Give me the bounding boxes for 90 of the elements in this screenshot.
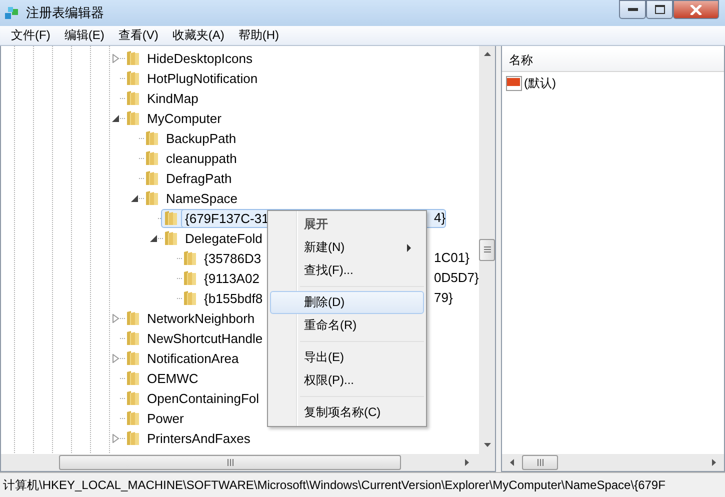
close-icon xyxy=(690,4,702,14)
grip-icon xyxy=(536,459,544,466)
folder-icon xyxy=(145,130,159,146)
folder-icon xyxy=(126,410,140,426)
status-bar: 计算机\HKEY_LOCAL_MACHINE\SOFTWARE\Microsoft\Windows\CurrentVersion\Explorer\MyComputer\NameSpace\{679F xyxy=(0,472,725,497)
tree-item-text: 0D5D7} xyxy=(434,270,479,285)
tree-item[interactable]: HotPlugNotification xyxy=(143,68,262,88)
window-title: 注册表编辑器 xyxy=(26,4,105,22)
tree-item[interactable]: NotificationArea xyxy=(143,348,243,368)
menu-item[interactable]: 文件(F) xyxy=(4,27,58,44)
folder-icon xyxy=(126,110,140,126)
tree-item[interactable]: PrintersAndFaxes xyxy=(143,428,254,448)
collapsed-triangle-icon[interactable] xyxy=(112,54,120,62)
folder-icon xyxy=(183,270,197,286)
maximize-icon xyxy=(654,5,664,14)
scroll-right-icon[interactable] xyxy=(465,459,469,466)
grip-icon xyxy=(484,246,490,253)
folder-icon xyxy=(145,170,159,186)
column-header[interactable]: 名称 xyxy=(502,52,533,68)
horizontal-scrollbar[interactable] xyxy=(1,454,479,471)
tree-item[interactable]: MyComputer xyxy=(143,108,226,128)
tree-item[interactable]: DelegateFold xyxy=(181,228,266,248)
tree-item[interactable]: NameSpace xyxy=(162,188,242,208)
menu-item[interactable]: 编辑(E) xyxy=(57,27,112,44)
tree-item-text: 4} xyxy=(434,210,446,225)
tree-item[interactable]: NewShortcutHandle xyxy=(143,328,267,348)
menu-item[interactable]: 帮助(H) xyxy=(231,27,286,44)
scroll-thumb[interactable] xyxy=(522,455,558,470)
context-menu-item[interactable]: 新建(N) xyxy=(270,236,424,259)
scroll-thumb[interactable] xyxy=(479,238,495,260)
folder-icon xyxy=(126,50,140,66)
context-menu-item[interactable]: 查找(F)... xyxy=(270,259,424,282)
tree-item[interactable]: OEMWC xyxy=(143,368,202,388)
folder-icon xyxy=(183,290,197,306)
folder-icon xyxy=(126,430,140,446)
folder-icon xyxy=(145,190,159,206)
tree-item[interactable]: OpenContainingFol xyxy=(143,388,264,408)
context-menu-item[interactable]: 删除(D) xyxy=(270,291,424,314)
close-button[interactable] xyxy=(673,0,719,19)
tree-item[interactable]: {35786D3 xyxy=(200,248,266,268)
registry-cubes-icon xyxy=(4,5,20,21)
string-value-icon xyxy=(506,76,522,92)
folder-icon xyxy=(126,330,140,346)
tree-item[interactable]: NetworkNeighborh xyxy=(143,308,259,328)
vertical-scrollbar[interactable] xyxy=(479,46,495,471)
minimize-button[interactable] xyxy=(619,0,646,19)
minimize-icon xyxy=(628,8,638,12)
scroll-right-icon[interactable] xyxy=(712,459,716,466)
collapsed-triangle-icon[interactable] xyxy=(112,434,120,442)
menu-item[interactable]: 查看(V) xyxy=(111,27,166,44)
tree-item[interactable]: {b155bdf8 xyxy=(200,288,267,308)
tree-item[interactable]: BackupPath xyxy=(162,128,240,148)
folder-icon xyxy=(126,370,140,386)
tree-item[interactable]: HideDesktopIcons xyxy=(143,48,256,68)
tree-item-text: 79} xyxy=(434,290,453,305)
folder-icon xyxy=(183,250,197,266)
expanded-triangle-icon[interactable] xyxy=(130,194,138,202)
context-menu-item[interactable]: 权限(P)... xyxy=(270,369,424,392)
tree-item[interactable]: {9113A02 xyxy=(200,268,264,288)
tree-item[interactable]: Power xyxy=(143,408,188,428)
context-menu-item[interactable]: 导出(E) xyxy=(270,346,424,369)
folder-icon xyxy=(164,230,178,246)
expanded-triangle-icon[interactable] xyxy=(112,114,120,122)
tree-item[interactable]: cleanuppath xyxy=(162,148,241,168)
folder-icon xyxy=(126,350,140,366)
folder-icon xyxy=(164,210,178,226)
folder-icon xyxy=(126,310,140,326)
context-menu-item[interactable]: 展开 xyxy=(270,213,424,236)
folder-icon xyxy=(126,70,140,86)
collapsed-triangle-icon[interactable] xyxy=(112,354,120,362)
scroll-left-icon[interactable] xyxy=(510,459,514,466)
folder-icon xyxy=(126,90,140,106)
context-menu-item[interactable]: 重命名(R) xyxy=(270,314,424,337)
horizontal-scrollbar[interactable] xyxy=(502,454,724,471)
folder-icon xyxy=(145,150,159,166)
menu-item[interactable]: 收藏夹(A) xyxy=(165,27,232,44)
expanded-triangle-icon[interactable] xyxy=(150,234,158,242)
tree-item-text: 1C01} xyxy=(434,250,470,265)
submenu-arrow-icon xyxy=(407,244,411,252)
folder-icon xyxy=(126,390,140,406)
collapsed-triangle-icon[interactable] xyxy=(112,314,120,322)
value-name[interactable]: (默认) xyxy=(524,75,556,92)
scroll-down-icon[interactable] xyxy=(484,443,490,447)
tree-item[interactable]: KindMap xyxy=(143,88,202,108)
grip-icon xyxy=(226,459,234,466)
maximize-button[interactable] xyxy=(646,0,673,19)
context-menu-item[interactable]: 复制项名称(C) xyxy=(270,401,424,424)
scroll-up-icon[interactable] xyxy=(484,52,490,56)
tree-item[interactable]: DefragPath xyxy=(162,168,236,188)
scroll-thumb[interactable] xyxy=(59,455,401,470)
